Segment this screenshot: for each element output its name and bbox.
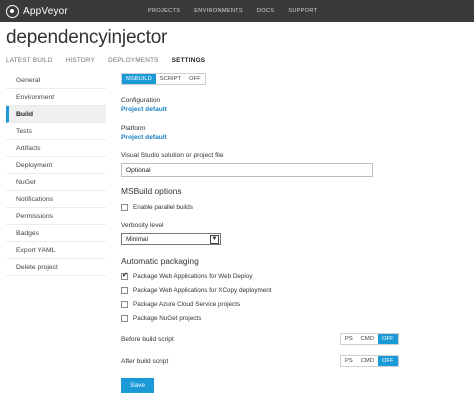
- configuration-value-link[interactable]: Project default: [121, 106, 167, 113]
- after-script-ps[interactable]: PS: [341, 356, 357, 366]
- project-tabs: LATEST BUILD HISTORY DEPLOYMENTS SETTING…: [6, 57, 218, 64]
- sidebar-item-permissions[interactable]: Permissions: [6, 208, 106, 225]
- after-build-script-label: After build script: [121, 358, 169, 365]
- solution-input[interactable]: Optional: [121, 163, 373, 177]
- parallel-builds-row[interactable]: Enable parallel builds: [121, 204, 193, 211]
- parallel-builds-label: Enable parallel builds: [133, 204, 193, 211]
- appveyor-logo-icon: [6, 4, 19, 18]
- tab-settings[interactable]: SETTINGS: [172, 57, 206, 64]
- parallel-builds-checkbox[interactable]: [121, 204, 128, 211]
- tab-latest-build[interactable]: LATEST BUILD: [6, 57, 53, 64]
- save-button[interactable]: Save: [121, 378, 154, 393]
- verbosity-value: Minimal: [126, 235, 149, 243]
- after-script-cmd[interactable]: CMD: [357, 356, 378, 366]
- build-mode-script[interactable]: SCRIPT: [156, 74, 185, 84]
- sidebar-item-build[interactable]: Build: [6, 106, 106, 123]
- package-nuget-row[interactable]: Package NuGet projects: [121, 315, 201, 322]
- sidebar-item-badges[interactable]: Badges: [6, 225, 106, 242]
- app-name: AppVeyor: [23, 5, 68, 17]
- chevron-down-icon: ▼: [210, 234, 219, 244]
- build-mode-toggle: MSBUILD SCRIPT OFF: [121, 73, 206, 85]
- package-azure-checkbox[interactable]: [121, 301, 128, 308]
- before-script-off[interactable]: OFF: [377, 334, 398, 344]
- before-build-script-label: Before build script: [121, 336, 174, 343]
- tab-deployments[interactable]: DEPLOYMENTS: [108, 57, 159, 64]
- before-build-script-toggle: PS CMD OFF: [340, 333, 399, 345]
- sidebar-item-environment[interactable]: Environment: [6, 89, 106, 106]
- nav-environments[interactable]: ENVIRONMENTS: [194, 8, 243, 14]
- sidebar-item-general[interactable]: General: [6, 72, 106, 89]
- platform-value-link[interactable]: Project default: [121, 134, 167, 141]
- settings-sidebar: General Environment Build Tests Artifact…: [6, 72, 106, 276]
- solution-label: Visual Studio solution or project file: [121, 152, 224, 159]
- before-script-cmd[interactable]: CMD: [357, 334, 378, 344]
- sidebar-item-export-yaml[interactable]: Export YAML: [6, 242, 106, 259]
- build-mode-msbuild[interactable]: MSBUILD: [122, 74, 156, 84]
- package-xcopy-checkbox[interactable]: [121, 287, 128, 294]
- build-mode-off[interactable]: OFF: [185, 74, 205, 84]
- package-azure-row[interactable]: Package Azure Cloud Service projects: [121, 301, 240, 308]
- verbosity-label: Verbosity level: [121, 222, 164, 229]
- package-web-deploy-row[interactable]: Package Web Applications for Web Deploy: [121, 271, 253, 280]
- tab-history[interactable]: HISTORY: [66, 57, 96, 64]
- nav-projects[interactable]: PROJECTS: [148, 8, 180, 14]
- package-azure-label: Package Azure Cloud Service projects: [133, 301, 241, 308]
- page-title: dependencyinjector: [6, 27, 168, 48]
- sidebar-item-deployment[interactable]: Deployment: [6, 157, 106, 174]
- package-web-deploy-label: Package Web Applications for Web Deploy: [133, 273, 253, 280]
- package-nuget-label: Package NuGet projects: [133, 315, 202, 322]
- package-nuget-checkbox[interactable]: [121, 315, 128, 322]
- sidebar-item-notifications[interactable]: Notifications: [6, 191, 106, 208]
- package-xcopy-row[interactable]: Package Web Applications for XCopy deplo…: [121, 287, 272, 294]
- platform-label: Platform: [121, 125, 146, 132]
- package-web-deploy-checkbox[interactable]: [121, 271, 128, 280]
- nav-docs[interactable]: DOCS: [257, 8, 274, 14]
- appveyor-logo[interactable]: AppVeyor: [6, 4, 68, 18]
- top-nav: PROJECTS ENVIRONMENTS DOCS SUPPORT: [148, 0, 331, 22]
- sidebar-item-artifacts[interactable]: Artifacts: [6, 140, 106, 157]
- msbuild-options-heading: MSBuild options: [121, 186, 182, 196]
- before-script-ps[interactable]: PS: [341, 334, 357, 344]
- package-xcopy-label: Package Web Applications for XCopy deplo…: [133, 287, 272, 294]
- sidebar-item-tests[interactable]: Tests: [6, 123, 106, 140]
- after-script-off[interactable]: OFF: [377, 356, 398, 366]
- automatic-packaging-heading: Automatic packaging: [121, 256, 199, 266]
- configuration-label: Configuration: [121, 97, 161, 104]
- sidebar-item-delete-project[interactable]: Delete project: [6, 259, 106, 276]
- nav-support[interactable]: SUPPORT: [288, 8, 317, 14]
- verbosity-select[interactable]: Minimal ▼: [121, 233, 221, 245]
- top-bar: AppVeyor PROJECTS ENVIRONMENTS DOCS SUPP…: [0, 0, 474, 22]
- after-build-script-toggle: PS CMD OFF: [340, 355, 399, 367]
- sidebar-item-nuget[interactable]: NuGet: [6, 174, 106, 191]
